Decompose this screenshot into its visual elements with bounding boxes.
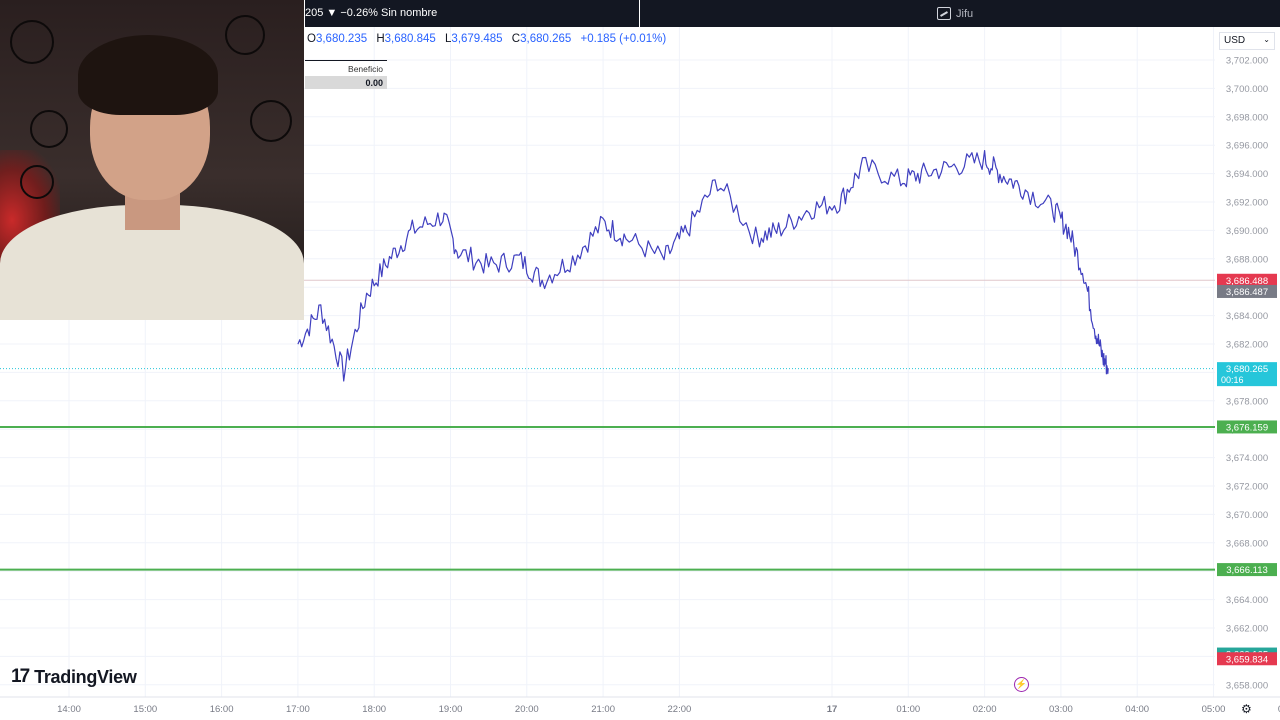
y-tick-label: 3,672.000 [1226,482,1268,493]
account-bar[interactable]: Jifu [640,0,1280,27]
currency-value: USD [1224,35,1246,46]
gear-icon[interactable]: ⚙ [1241,702,1252,716]
account-name: Jifu [956,7,974,20]
price-badge-label: 3,686.487 [1226,287,1268,298]
y-tick-label: 3,698.000 [1226,112,1268,123]
high-value: 3,680.845 [384,33,436,45]
y-tick-label: 3,692.000 [1226,198,1268,209]
webcam-overlay [0,0,304,320]
wallpaper-rose [20,165,54,199]
x-tick-label: 22:00 [668,704,692,715]
account-selector[interactable]: Jifu [937,7,973,20]
x-tick-label: 05:00 [1202,704,1226,715]
price-badge-label: 3,659.834 [1226,654,1268,665]
x-tick-label: 14:00 [57,704,81,715]
chart-window-icon [937,7,951,20]
y-tick-label: 3,682.000 [1226,340,1268,351]
wallpaper-rose [250,100,292,142]
price-series-line[interactable] [297,150,1109,382]
y-tick-label: 3,696.000 [1226,141,1268,152]
chevron-down-icon: ⌄ [1263,35,1270,44]
y-tick-label: 3,662.000 [1226,624,1268,635]
countdown-label: 00:16 [1221,375,1244,385]
x-tick-label: 04:00 [1125,704,1149,715]
profit-value: 0.00 [305,76,387,89]
person-hair [78,35,218,115]
y-tick-label: 3,670.000 [1226,510,1268,521]
tradingview-logo[interactable]: 17 TradingView [11,666,137,688]
tradingview-mark-icon: 17 [11,666,30,687]
x-tick-label: 03:00 [1049,704,1073,715]
ohlc-legend: O3,680.235 H3,680.845 L3,679.485 C3,680.… [307,33,672,45]
y-tick-label: 3,674.000 [1226,453,1268,464]
x-tick-label: 21:00 [591,704,615,715]
x-tick-label: 01:00 [896,704,920,715]
y-tick-label: 3,684.000 [1226,311,1268,322]
y-tick-label: 3,702.000 [1226,56,1268,67]
y-tick-label: 3,690.000 [1226,226,1268,237]
y-tick-label: 3,700.000 [1226,84,1268,95]
open-label: O [307,33,316,45]
profit-label: Beneficio [305,60,387,76]
x-tick-label: 15:00 [133,704,157,715]
change-value: +0.185 (+0.01%) [580,33,667,45]
x-tick-label: 17:00 [286,704,310,715]
support-line-badge-label: 3,666.113 [1226,565,1268,576]
wallpaper-rose [10,20,54,64]
low-value: 3,679.485 [451,33,503,45]
wallpaper-rose [30,110,68,148]
x-tick-label: 02:00 [973,704,997,715]
symbol-status-bar[interactable]: 205 ▼ −0.26% Sin nombre [305,0,639,27]
y-tick-label: 3,668.000 [1226,538,1268,549]
price-badge-label: 3,680.265 [1226,364,1268,375]
x-tick-label: 17 [827,704,838,715]
support-line-badge-label: 3,676.159 [1226,422,1268,433]
x-tick-label: 19:00 [439,704,463,715]
x-tick-label: 18:00 [362,704,386,715]
close-label: C [511,33,521,45]
x-tick-label: 20:00 [515,704,539,715]
tradingview-wordmark: TradingView [34,666,137,687]
wallpaper-rose [225,15,265,55]
y-tick-label: 3,664.000 [1226,595,1268,606]
y-tick-label: 3,694.000 [1226,169,1268,180]
high-label: H [376,33,385,45]
y-tick-label: 3,658.000 [1226,680,1268,691]
y-tick-label: 3,678.000 [1226,396,1268,407]
lightning-icon[interactable]: ⚡ [1014,677,1029,692]
y-tick-label: 3,688.000 [1226,254,1268,265]
symbol-info: 205 ▼ −0.26% Sin nombre [305,7,438,19]
open-value: 3,680.235 [315,33,368,45]
x-tick-label: 16:00 [210,704,234,715]
currency-select[interactable]: USD ⌄ [1219,32,1275,50]
close-value: 3,680.265 [520,33,572,45]
profit-panel: Beneficio 0.00 [305,60,387,89]
